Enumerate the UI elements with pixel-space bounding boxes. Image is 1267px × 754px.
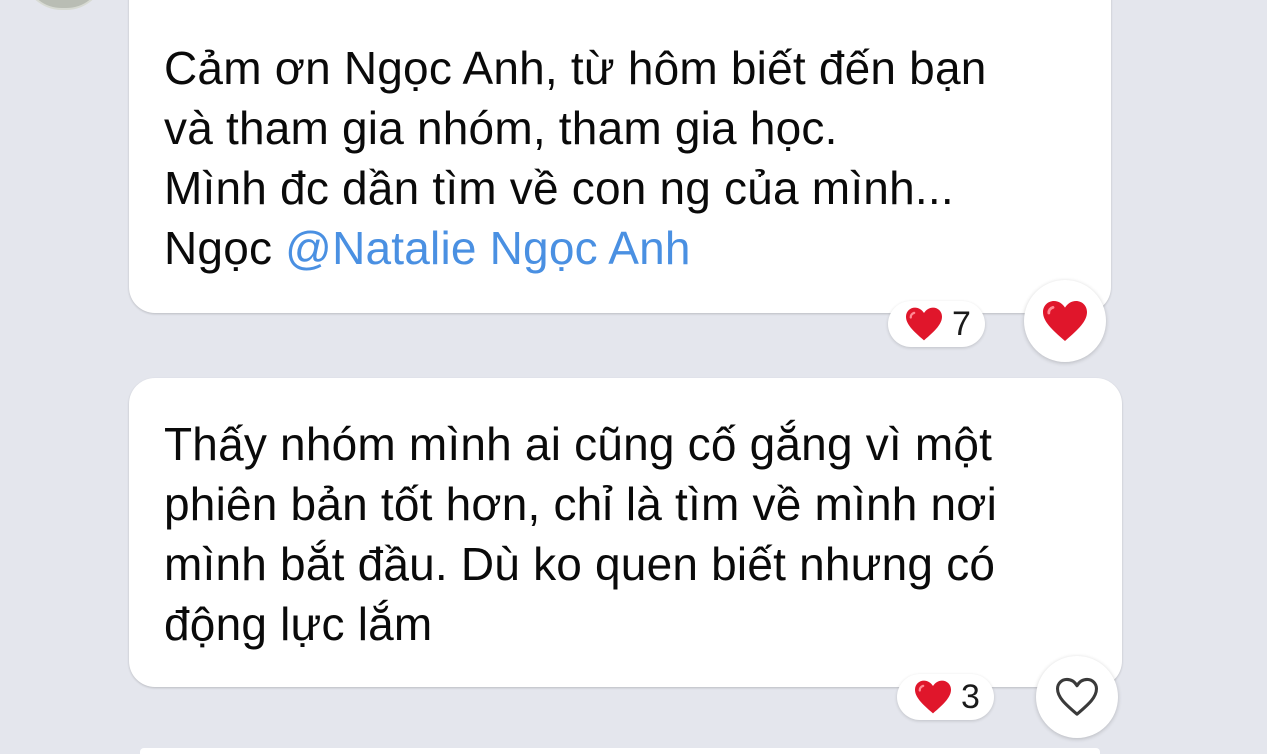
message-line: Mình đc dần tìm về con ng của mình...: [164, 162, 954, 214]
message-text: Thấy nhóm mình ai cũng cố gắng vì một ph…: [164, 414, 997, 654]
react-heart-button[interactable]: [1036, 656, 1118, 738]
message-line: Thấy nhóm mình ai cũng cố gắng vì một: [164, 418, 993, 470]
avatar[interactable]: [22, 0, 106, 10]
reaction-count: 7: [952, 304, 971, 343]
message-line: và tham gia nhóm, tham gia học.: [164, 102, 838, 154]
message-text-segment: Ngọc: [164, 222, 286, 274]
message-bubble[interactable]: Cảm ơn Ngọc Anh, từ hôm biết đến bạn và …: [129, 0, 1111, 313]
message-line: Cảm ơn Ngọc Anh, từ hôm biết đến bạn: [164, 42, 987, 94]
next-message-edge: [140, 748, 1100, 754]
message-text: Cảm ơn Ngọc Anh, từ hôm biết đến bạn và …: [164, 38, 987, 278]
reaction-summary[interactable]: 3: [897, 674, 994, 720]
reaction-count: 3: [961, 677, 980, 716]
heart-outline-icon: [1056, 677, 1098, 716]
react-heart-button[interactable]: [1024, 280, 1106, 362]
mention-link[interactable]: @Natalie Ngọc Anh: [285, 222, 691, 274]
reaction-summary[interactable]: 7: [888, 301, 985, 347]
red-heart-icon: [1043, 301, 1087, 341]
message-line: mình bắt đầu. Dù ko quen biết nhưng có: [164, 538, 996, 590]
message-bubble[interactable]: Thấy nhóm mình ai cũng cố gắng vì một ph…: [129, 378, 1122, 687]
message-line: phiên bản tốt hơn, chỉ là tìm về mình nơ…: [164, 478, 998, 530]
heart-icon: [915, 680, 951, 714]
heart-icon: [906, 307, 942, 341]
message-line: động lực lắm: [164, 598, 433, 650]
message-line-last: Ngọc @Natalie Ngọc Anh: [164, 218, 987, 278]
